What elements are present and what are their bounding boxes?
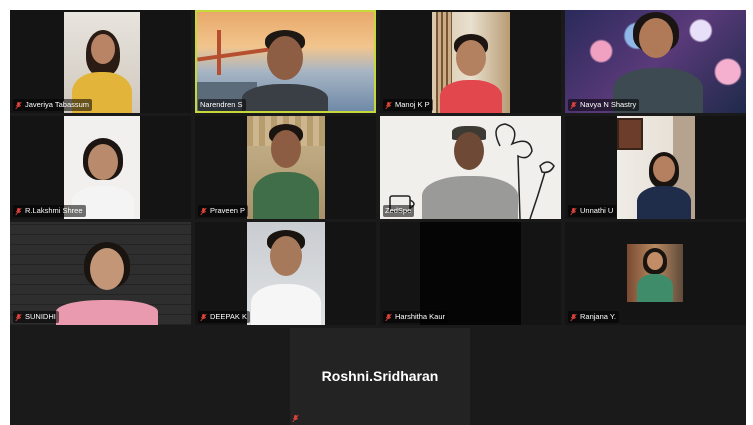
video-gallery: Javeriya Tabassum Narendren S Manoj K P (10, 10, 746, 425)
mic-muted-icon (15, 313, 22, 321)
participant-name: SUNIDHI (25, 312, 56, 321)
participant-tile[interactable]: R.Lakshmi Shree (10, 116, 191, 219)
participant-video (64, 116, 140, 219)
participant-tile[interactable]: Ranjana Y. (565, 222, 746, 325)
mic-muted-icon (385, 313, 392, 321)
participant-tile[interactable]: Praveen P (195, 116, 376, 219)
app-window: Javeriya Tabassum Narendren S Manoj K P (0, 0, 753, 425)
participant-tile[interactable]: Javeriya Tabassum (10, 10, 191, 113)
participant-name: Ranjana Y. (580, 312, 617, 321)
participant-nameplate: SUNIDHI (13, 311, 59, 323)
participant-name: Praveen P (210, 206, 246, 215)
mic-muted-icon (385, 101, 392, 109)
participant-name: ZedSpe (385, 206, 412, 215)
participant-name: Unnathi U (580, 206, 614, 215)
participant-tile[interactable]: SUNIDHI (10, 222, 191, 325)
participant-tile-no-video[interactable]: Roshni.Sridharan (290, 328, 470, 425)
participant-nameplate: R.Lakshmi Shree (13, 205, 86, 217)
participant-nameplate: ZedSpe (383, 205, 415, 217)
participant-tile[interactable]: Navya N Shastry (565, 10, 746, 113)
participant-video (247, 222, 325, 325)
participant-nameplate: Manoj K P (383, 99, 433, 111)
participant-video (617, 116, 695, 219)
participant-name: Harshitha Kaur (395, 312, 446, 321)
mic-muted-icon (200, 313, 207, 321)
participant-video (380, 116, 561, 219)
mic-muted-icon (570, 313, 577, 321)
participant-video (432, 12, 510, 113)
mic-muted-icon (570, 101, 577, 109)
participant-profile-picture (627, 244, 683, 302)
participant-nameplate: Narendren S (198, 99, 246, 111)
participant-name: R.Lakshmi Shree (25, 206, 83, 215)
participant-video (197, 12, 374, 111)
participant-name: Narendren S (200, 100, 243, 109)
participant-video (247, 116, 325, 219)
participant-tile[interactable]: Unnathi U (565, 116, 746, 219)
participant-nameplate: Ranjana Y. (568, 311, 620, 323)
participant-video (565, 10, 746, 113)
mic-muted-icon (570, 207, 577, 215)
participant-nameplate: Unnathi U (568, 205, 617, 217)
participant-nameplate: DEEPAK K (198, 311, 250, 323)
participant-tile-active-speaker[interactable]: Narendren S (195, 10, 376, 113)
participant-display-name: Roshni.Sridharan (321, 368, 439, 384)
participant-video (10, 222, 191, 325)
mic-muted-icon (200, 207, 207, 215)
participant-video (420, 222, 521, 325)
participant-nameplate: Harshitha Kaur (383, 311, 449, 323)
participant-name: Navya N Shastry (580, 100, 637, 109)
participant-tile[interactable]: Manoj K P (380, 10, 561, 113)
participant-name: DEEPAK K (210, 312, 247, 321)
participant-nameplate: Javeriya Tabassum (13, 99, 93, 111)
mic-muted-icon (292, 414, 299, 423)
mic-muted-icon (15, 207, 22, 215)
participant-nameplate: Praveen P (198, 205, 249, 217)
participant-nameplate: Navya N Shastry (568, 99, 640, 111)
participant-name: Manoj K P (395, 100, 430, 109)
mic-muted-icon (15, 101, 22, 109)
participant-tile[interactable]: DEEPAK K (195, 222, 376, 325)
participant-video (64, 12, 140, 113)
participant-tile[interactable]: ZedSpe (380, 116, 561, 219)
participant-name: Javeriya Tabassum (25, 100, 90, 109)
participant-tile[interactable]: Harshitha Kaur (380, 222, 561, 325)
